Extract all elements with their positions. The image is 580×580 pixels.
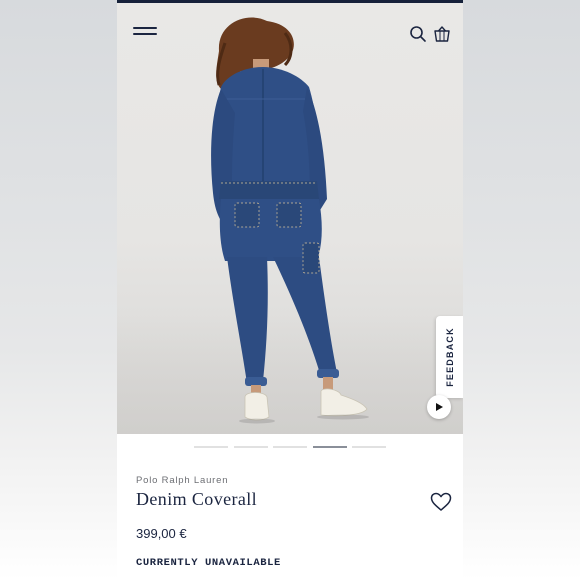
- heart-icon: [430, 492, 452, 511]
- gallery-dot-5[interactable]: [352, 446, 386, 448]
- availability-status: CURRENTLY UNAVAILABLE: [136, 557, 281, 569]
- gallery-dot-1[interactable]: [194, 446, 228, 448]
- product-brand: Polo Ralph Lauren: [136, 475, 229, 486]
- shopping-bag-button[interactable]: [433, 25, 451, 43]
- feedback-tab[interactable]: FEEDBACK: [436, 316, 463, 398]
- gallery-pagination: [117, 446, 463, 448]
- gallery-dot-3[interactable]: [273, 446, 307, 448]
- gallery-dot-4-active[interactable]: [313, 446, 347, 448]
- wishlist-button[interactable]: [430, 492, 452, 512]
- product-image: [211, 17, 369, 424]
- play-icon: [436, 403, 443, 411]
- hamburger-menu-icon: [133, 27, 157, 29]
- mobile-page: FEEDBACK Polo Ralph Lauren Denim Coveral…: [117, 0, 463, 580]
- search-button[interactable]: [409, 25, 427, 43]
- play-video-button[interactable]: [427, 395, 451, 419]
- feedback-label: FEEDBACK: [444, 327, 455, 387]
- product-price: 399,00 €: [136, 526, 187, 541]
- menu-button[interactable]: [133, 27, 157, 43]
- search-icon: [410, 26, 426, 42]
- product-image-gallery[interactable]: FEEDBACK: [117, 3, 463, 434]
- gallery-dot-2[interactable]: [234, 446, 268, 448]
- product-title: Denim Coverall: [136, 489, 258, 509]
- shopping-bag-icon: [434, 26, 450, 42]
